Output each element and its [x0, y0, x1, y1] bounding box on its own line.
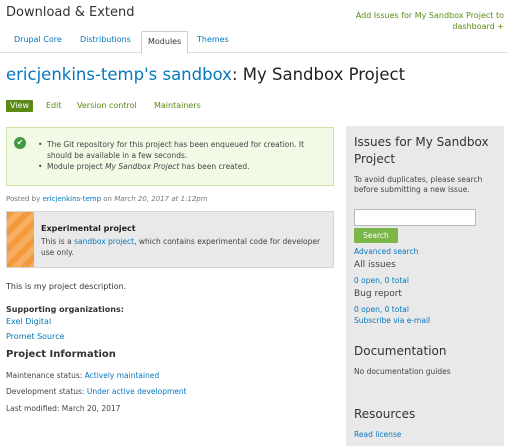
tab-distributions[interactable]: Distributions: [74, 31, 137, 53]
tab-view[interactable]: View: [6, 100, 33, 112]
resources-heading: Resources: [354, 407, 416, 421]
documentation-heading: Documentation: [354, 344, 447, 358]
experimental-project-notice: Experimental project This is a sandbox p…: [6, 211, 334, 268]
project-name: My Sandbox Project: [105, 162, 180, 171]
all-issues-counts: 0 open, 0 total: [354, 276, 409, 285]
message-project-created: Module project My Sandbox Project has be…: [38, 161, 327, 172]
subscribe-link[interactable]: Subscribe via e-mail: [354, 316, 430, 325]
author-link[interactable]: ericjenkins-temp: [42, 195, 101, 203]
sidebar: Issues for My Sandbox Project To avoid d…: [346, 126, 504, 446]
development-status-link[interactable]: Under active development: [87, 387, 187, 396]
sandbox-project-link[interactable]: sandbox project: [74, 237, 134, 246]
advanced-search-link[interactable]: Advanced search: [354, 247, 418, 256]
bug-total-link[interactable]: 0 total: [385, 305, 409, 314]
bug-report-label: Bug report: [354, 289, 402, 299]
no-documentation-text: No documentation guides: [354, 367, 451, 376]
bug-report-counts: 0 open, 0 total: [354, 305, 409, 314]
search-button[interactable]: Search: [354, 228, 398, 243]
message-git-enqueued: The Git repository for this project has …: [38, 139, 327, 161]
tab-edit[interactable]: Edit: [42, 100, 66, 112]
experimental-title: Experimental project: [41, 224, 136, 233]
issue-search-input[interactable]: [354, 209, 476, 226]
all-total-link[interactable]: 0 total: [385, 276, 409, 285]
development-status: Development status: Under active develop…: [6, 387, 187, 396]
issues-hint: To avoid duplicates, please search befor…: [354, 175, 483, 194]
page-title: ericjenkins-temp's sandbox: My Sandbox P…: [6, 65, 405, 84]
experimental-text: This is a sandbox project, which contain…: [41, 237, 321, 257]
maintenance-status: Maintenance status: Actively maintained: [6, 371, 160, 380]
last-modified: Last modified: March 20, 2017: [6, 404, 121, 413]
add-issues-to-dashboard-link[interactable]: Add Issues for My Sandbox Project to das…: [334, 10, 504, 32]
message-list: The Git repository for this project has …: [38, 139, 327, 172]
supporting-orgs-heading: Supporting organizations:: [6, 305, 124, 314]
tab-maintainers[interactable]: Maintainers: [150, 100, 205, 112]
maintenance-status-link[interactable]: Actively maintained: [85, 371, 160, 380]
tab-modules[interactable]: Modules: [141, 31, 189, 54]
org-link-exel-digital[interactable]: Exel Digital: [6, 317, 51, 326]
issues-heading: Issues for My Sandbox Project: [354, 135, 489, 166]
submitted-info: Posted by ericjenkins-temp on March 20, …: [6, 195, 208, 203]
bug-open-link[interactable]: 0 open: [354, 305, 380, 314]
checkmark-icon: ✔: [14, 137, 26, 149]
project-title: : My Sandbox Project: [231, 65, 406, 84]
project-information-heading: Project Information: [6, 349, 116, 360]
section-tabs: Drupal Core Distributions Modules Themes: [0, 31, 508, 54]
read-license-link[interactable]: Read license: [354, 430, 401, 439]
site-title: Download & Extend: [6, 5, 135, 20]
tab-version-control[interactable]: Version control: [73, 100, 141, 112]
project-description: This is my project description.: [6, 282, 127, 291]
tab-themes[interactable]: Themes: [191, 31, 235, 53]
status-messages: ✔ The Git repository for this project ha…: [6, 127, 334, 186]
posted-date: March 20, 2017 at 1:12pm: [114, 195, 208, 203]
all-open-link[interactable]: 0 open: [354, 276, 380, 285]
all-issues-label: All issues: [354, 260, 396, 270]
warning-stripe: [7, 212, 34, 267]
sandbox-owner-link[interactable]: ericjenkins-temp's sandbox: [6, 65, 232, 84]
org-link-promet-source[interactable]: Promet Source: [6, 332, 65, 341]
tab-drupal-core[interactable]: Drupal Core: [8, 31, 68, 53]
